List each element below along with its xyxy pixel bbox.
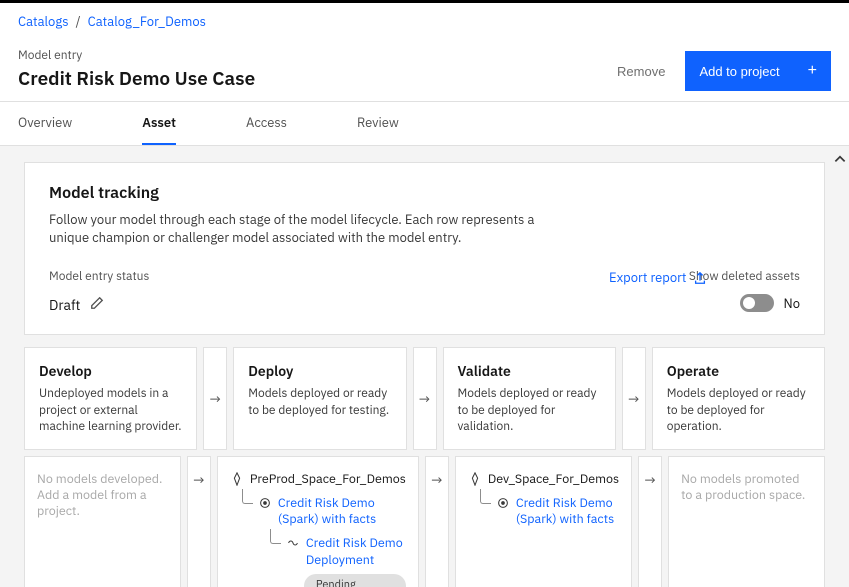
tab-asset[interactable]: Asset [142, 102, 176, 145]
tab-access[interactable]: Access [246, 102, 287, 145]
stage-body-validate: Dev_Space_For_Demos Credit Risk Demo (Sp… [455, 456, 632, 587]
stage-title: Operate [667, 362, 810, 380]
edit-icon[interactable] [90, 296, 104, 314]
deploy-deployment-link[interactable]: Credit Risk Demo Deployment [306, 535, 406, 568]
remove-button[interactable]: Remove [611, 54, 671, 89]
breadcrumb-sep: / [76, 13, 81, 30]
model-icon [496, 496, 510, 514]
breadcrumb-current[interactable]: Catalog_For_Demos [88, 13, 206, 30]
page-header: Model entry Credit Risk Demo Use Case Re… [0, 34, 849, 102]
export-report-label: Export report [609, 269, 687, 286]
stage-desc: Undeployed models in a project or extern… [39, 386, 182, 435]
show-deleted-toggle[interactable] [740, 294, 774, 312]
arrow-cell: → [187, 456, 211, 587]
arrow-cell: → [622, 347, 646, 450]
arrow-right-icon: → [419, 390, 430, 408]
panel-title: Model tracking [49, 183, 800, 203]
stage-title: Develop [39, 362, 182, 380]
model-icon [258, 496, 272, 514]
stage-body-operate: No models promoted to a production space… [668, 456, 825, 587]
operate-empty-text: No models promoted to a production space… [681, 471, 805, 503]
stage-head-deploy: Deploy Models deployed or ready to be de… [233, 347, 406, 450]
add-to-project-button[interactable]: Add to project + [685, 51, 831, 91]
arrow-right-icon: → [431, 471, 442, 489]
status-value: Draft [49, 296, 80, 314]
space-icon [468, 472, 482, 486]
add-to-project-label: Add to project [699, 64, 779, 79]
arrow-cell: → [425, 456, 449, 587]
page-title: Credit Risk Demo Use Case [18, 67, 255, 91]
deploy-space-name: PreProd_Space_For_Demos [250, 471, 406, 487]
lifecycle-stages: Develop Undeployed models in a project o… [24, 347, 825, 587]
arrow-right-icon: → [644, 471, 655, 489]
export-report-link[interactable]: Export report [609, 269, 707, 286]
tab-review[interactable]: Review [357, 102, 399, 145]
stage-desc: Models deployed or ready to be deployed … [667, 386, 810, 435]
stage-head-validate: Validate Models deployed or ready to be … [443, 347, 616, 450]
stage-head-develop: Develop Undeployed models in a project o… [24, 347, 197, 450]
tab-bar: Overview Asset Access Review [0, 102, 849, 146]
deploy-model-link[interactable]: Credit Risk Demo (Spark) with facts [278, 495, 406, 528]
toggle-value: No [784, 295, 800, 312]
breadcrumb-root[interactable]: Catalogs [18, 13, 69, 30]
stage-body-develop: No models developed. Add a model from a … [24, 456, 181, 587]
stage-head-operate: Operate Models deployed or ready to be d… [652, 347, 825, 450]
plus-icon: + [808, 63, 817, 79]
stage-desc: Models deployed or ready to be deployed … [248, 386, 391, 418]
validate-space-name: Dev_Space_For_Demos [488, 471, 619, 487]
header-label: Model entry [18, 48, 255, 63]
stage-body-deploy: PreProd_Space_For_Demos Credit Risk Demo… [217, 456, 419, 587]
stage-title: Deploy [248, 362, 391, 380]
deployment-icon [286, 536, 300, 554]
status-badge: Pending Evaluation [304, 574, 406, 587]
develop-empty-text: No models developed. Add a model from a … [37, 471, 162, 519]
arrow-right-icon: → [210, 390, 221, 408]
tab-overview[interactable]: Overview [18, 102, 72, 145]
space-icon [230, 472, 244, 486]
panel-desc: Follow your model through each stage of … [49, 211, 569, 247]
stage-desc: Models deployed or ready to be deployed … [458, 386, 601, 435]
export-icon [693, 271, 707, 285]
validate-model-link[interactable]: Credit Risk Demo (Spark) with facts [516, 495, 619, 528]
arrow-cell: → [203, 347, 227, 450]
arrow-right-icon: → [193, 471, 204, 489]
arrow-cell: → [413, 347, 437, 450]
breadcrumb: Catalogs / Catalog_For_Demos [0, 3, 849, 34]
main-canvas: Model tracking Follow your model through… [0, 146, 849, 587]
arrow-right-icon: → [628, 390, 639, 408]
scroll-up-icon[interactable] [833, 152, 847, 170]
status-label: Model entry status [49, 269, 149, 284]
model-tracking-panel: Model tracking Follow your model through… [24, 162, 825, 335]
stage-title: Validate [458, 362, 601, 380]
arrow-cell: → [638, 456, 662, 587]
